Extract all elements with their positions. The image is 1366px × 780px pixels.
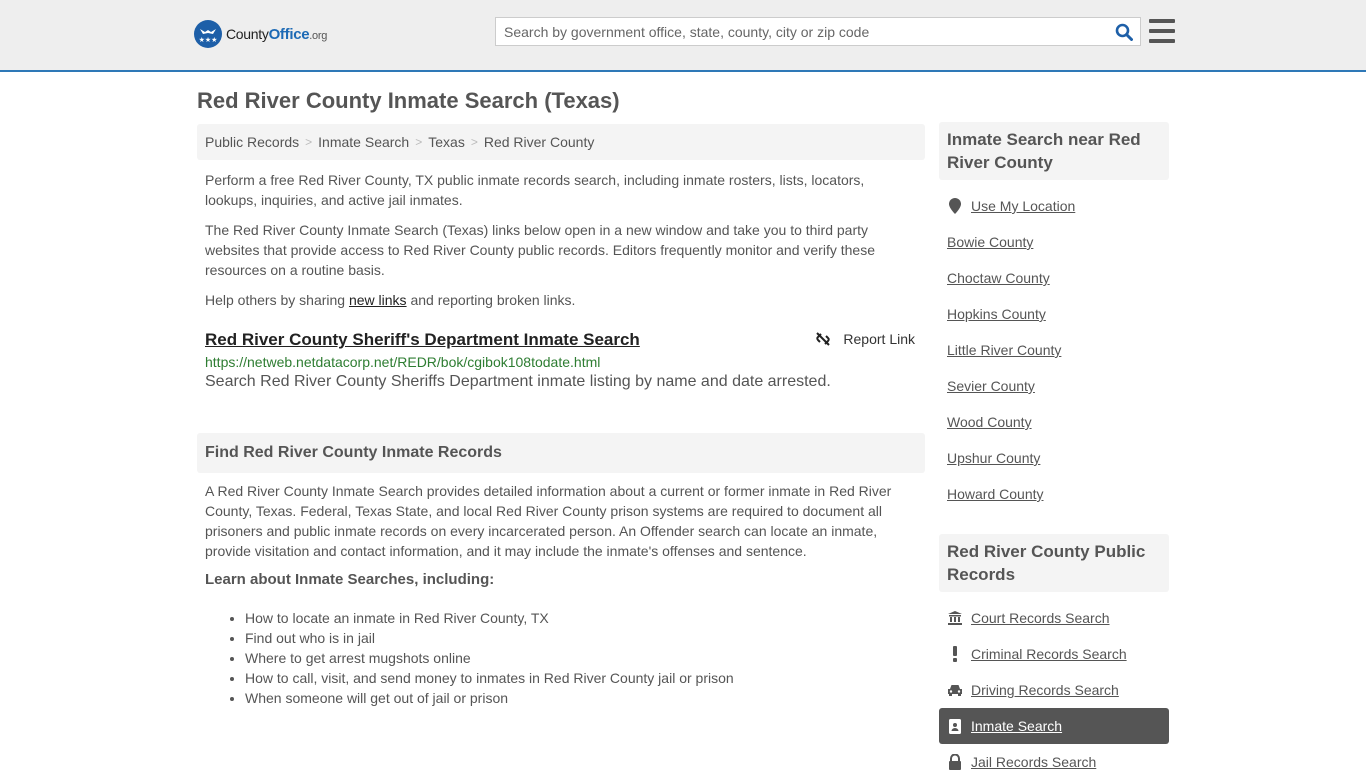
logo-text: CountyOffice.org [226, 25, 328, 43]
eagle-logo-icon: ★★★ [194, 20, 222, 48]
main-content: Public Records > Inmate Search > Texas >… [197, 124, 925, 708]
map-marker-icon [947, 198, 963, 214]
car-icon [947, 684, 963, 696]
sidebar-item-county[interactable]: Howard County [939, 476, 1169, 512]
learn-list: How to locate an inmate in Red River Cou… [197, 608, 925, 708]
share-paragraph: Help others by sharing new links and rep… [205, 292, 576, 308]
list-item: How to locate an inmate in Red River Cou… [245, 608, 925, 628]
sidebar-item-county[interactable]: Bowie County [939, 224, 1169, 260]
find-records-paragraph: A Red River County Inmate Search provide… [205, 483, 892, 559]
sidebar-item-county[interactable]: Upshur County [939, 440, 1169, 476]
sidebar-item-court-records[interactable]: Court Records Search [939, 600, 1169, 636]
breadcrumb-separator: > [305, 135, 313, 149]
report-link-button[interactable]: Report Link [815, 331, 915, 347]
list-item: When someone will get out of jail or pri… [245, 688, 925, 708]
search-icon [1115, 23, 1133, 41]
sidebar-item-county[interactable]: Little River County [939, 332, 1169, 368]
page-title: Red River County Inmate Search (Texas) [197, 88, 620, 113]
new-links-link[interactable]: new links [349, 292, 407, 308]
find-records-heading: Find Red River County Inmate Records [197, 433, 925, 473]
public-records-list: Court Records Search Criminal Records Se… [939, 600, 1169, 780]
search-bar [495, 17, 1141, 46]
sidebar-item-county[interactable]: Hopkins County [939, 296, 1169, 332]
breadcrumb-inmate-search[interactable]: Inmate Search [318, 134, 409, 150]
sidebar: Inmate Search near Red River County Use … [939, 122, 1169, 780]
search-input[interactable] [496, 18, 1108, 45]
list-item: Where to get arrest mugshots online [245, 648, 925, 668]
svg-text:★★★: ★★★ [199, 36, 218, 44]
menu-bar-icon [1149, 29, 1175, 33]
courthouse-icon [947, 611, 963, 625]
sidebar-item-inmate-search[interactable]: Inmate Search [939, 708, 1169, 744]
result-description: Search Red River County Sheriffs Departm… [205, 373, 831, 390]
nearby-list: Use My Location Bowie County Choctaw Cou… [939, 188, 1169, 512]
sidebar-item-county[interactable]: Sevier County [939, 368, 1169, 404]
breadcrumb-red-river-county[interactable]: Red River County [484, 134, 595, 150]
sidebar-item-county[interactable]: Choctaw County [939, 260, 1169, 296]
public-records-heading: Red River County Public Records [939, 534, 1169, 592]
broken-link-icon [816, 332, 831, 346]
result-item: Red River County Sheriff's Department In… [197, 330, 925, 391]
result-title-link[interactable]: Red River County Sheriff's Department In… [205, 330, 640, 350]
sidebar-item-criminal-records[interactable]: Criminal Records Search [939, 636, 1169, 672]
learn-heading: Learn about Inmate Searches, including: [205, 571, 495, 588]
breadcrumb-separator: > [470, 135, 478, 149]
site-header: ★★★ CountyOffice.org [0, 0, 1366, 72]
site-logo[interactable]: ★★★ CountyOffice.org [194, 20, 327, 48]
search-button[interactable] [1108, 18, 1140, 45]
result-url: https://netweb.netdatacorp.net/REDR/bok/… [205, 354, 601, 370]
exclamation-icon [947, 646, 963, 662]
list-item: How to call, visit, and send money to in… [245, 668, 925, 688]
sidebar-item-driving-records[interactable]: Driving Records Search [939, 672, 1169, 708]
list-item: Find out who is in jail [245, 628, 925, 648]
id-badge-icon [947, 718, 963, 734]
sidebar-item-jail-records[interactable]: Jail Records Search [939, 744, 1169, 780]
intro-paragraph: Perform a free Red River County, TX publ… [205, 172, 865, 208]
menu-bar-icon [1149, 19, 1175, 23]
breadcrumb: Public Records > Inmate Search > Texas >… [197, 124, 925, 160]
menu-bar-icon [1149, 39, 1175, 43]
hamburger-menu-button[interactable] [1149, 19, 1175, 43]
sidebar-item-use-my-location[interactable]: Use My Location [939, 188, 1169, 224]
sidebar-item-county[interactable]: Wood County [939, 404, 1169, 440]
nearby-heading: Inmate Search near Red River County [939, 122, 1169, 180]
breadcrumb-public-records[interactable]: Public Records [205, 134, 299, 150]
breadcrumb-separator: > [415, 135, 423, 149]
disclaimer-paragraph: The Red River County Inmate Search (Texa… [205, 222, 875, 278]
breadcrumb-texas[interactable]: Texas [428, 134, 465, 150]
